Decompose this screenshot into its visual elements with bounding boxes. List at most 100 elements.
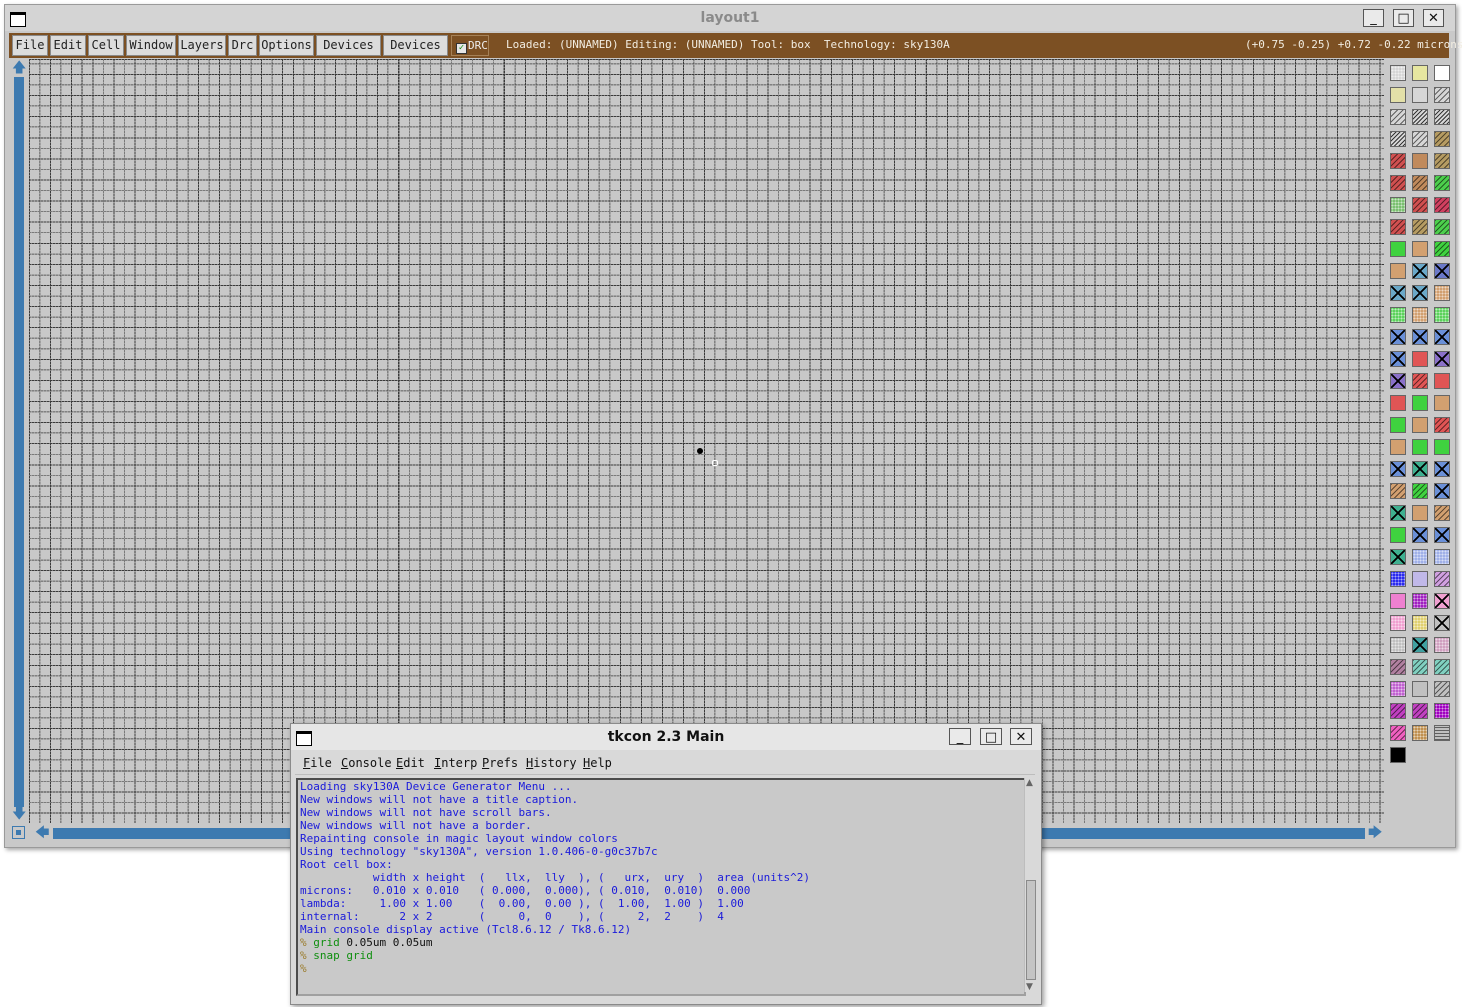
layer-swatch[interactable] (1412, 417, 1428, 433)
tkcon-minimize-button[interactable]: _ (949, 728, 971, 745)
layer-swatch[interactable] (1412, 483, 1428, 499)
layer-swatch[interactable] (1390, 637, 1406, 653)
layer-swatch[interactable] (1390, 87, 1406, 103)
layer-swatch[interactable] (1390, 329, 1406, 345)
layer-swatch[interactable] (1390, 285, 1406, 301)
scroll-down-arrow-icon[interactable]: 🡇 (12, 807, 26, 821)
tk-menu-help[interactable]: Help (583, 756, 612, 770)
layer-swatch[interactable] (1390, 307, 1406, 323)
layer-swatch[interactable] (1434, 659, 1450, 675)
layer-swatch[interactable] (1434, 87, 1450, 103)
layer-swatch[interactable] (1434, 263, 1450, 279)
layer-swatch[interactable] (1412, 351, 1428, 367)
layer-swatch[interactable] (1390, 175, 1406, 191)
layer-swatch[interactable] (1390, 417, 1406, 433)
tkcon-close-button[interactable]: ✕ (1010, 728, 1032, 745)
scroll-up-arrow-icon[interactable]: ▲ (1026, 778, 1033, 788)
layer-swatch[interactable] (1434, 571, 1450, 587)
layout-canvas[interactable] (29, 59, 1384, 823)
layer-swatch[interactable] (1390, 505, 1406, 521)
layer-swatch[interactable] (1412, 593, 1428, 609)
menu-devices-2[interactable]: Devices 2 (383, 35, 448, 71)
tk-menu-prefs[interactable]: Prefs (482, 756, 518, 770)
layer-swatch[interactable] (1434, 703, 1450, 719)
magic-titlebar[interactable]: layout1 _ □ ✕ (5, 5, 1455, 31)
console-scroll-thumb[interactable] (1026, 880, 1036, 980)
close-button[interactable]: ✕ (1423, 9, 1444, 27)
layer-swatch[interactable] (1412, 263, 1428, 279)
layer-swatch[interactable] (1434, 417, 1450, 433)
scroll-up-arrow-icon[interactable]: 🡅 (12, 61, 26, 75)
layer-swatch[interactable] (1412, 439, 1428, 455)
layer-swatch[interactable] (1434, 175, 1450, 191)
tkcon-maximize-button[interactable]: □ (980, 728, 1002, 745)
menu-window[interactable]: Window (126, 35, 176, 56)
layer-swatch[interactable] (1434, 439, 1450, 455)
layer-swatch[interactable] (1390, 131, 1406, 147)
layer-swatch[interactable] (1390, 153, 1406, 169)
layer-swatch[interactable] (1390, 703, 1406, 719)
layer-swatch[interactable] (1390, 571, 1406, 587)
layer-swatch[interactable] (1412, 329, 1428, 345)
scroll-down-arrow-icon[interactable]: ▼ (1026, 982, 1033, 992)
layer-swatch[interactable] (1412, 219, 1428, 235)
layer-swatch[interactable] (1412, 65, 1428, 81)
layer-swatch[interactable] (1434, 681, 1450, 697)
layer-swatch[interactable] (1434, 637, 1450, 653)
layer-swatch[interactable] (1390, 197, 1406, 213)
layer-swatch[interactable] (1434, 483, 1450, 499)
layer-swatch[interactable] (1412, 615, 1428, 631)
layer-swatch[interactable] (1434, 65, 1450, 81)
layer-swatch[interactable] (1434, 329, 1450, 345)
layer-swatch[interactable] (1434, 593, 1450, 609)
layer-swatch[interactable] (1412, 571, 1428, 587)
layer-swatch[interactable] (1412, 505, 1428, 521)
layer-swatch[interactable] (1390, 549, 1406, 565)
scroll-right-arrow-icon[interactable]: 🡆 (1368, 826, 1382, 840)
layer-swatch[interactable] (1412, 373, 1428, 389)
scroll-left-arrow-icon[interactable]: 🡄 (35, 826, 49, 840)
layer-swatch[interactable] (1390, 527, 1406, 543)
layer-swatch[interactable] (1390, 263, 1406, 279)
layer-swatch[interactable] (1390, 659, 1406, 675)
layer-swatch[interactable] (1390, 725, 1406, 741)
console-scrollbar[interactable]: ▲ ▼ (1024, 778, 1038, 992)
layer-swatch[interactable] (1412, 241, 1428, 257)
layer-swatch[interactable] (1434, 153, 1450, 169)
layer-swatch[interactable] (1412, 659, 1428, 675)
layer-swatch[interactable] (1434, 395, 1450, 411)
layer-swatch[interactable] (1390, 593, 1406, 609)
zoom-box-icon[interactable] (12, 826, 25, 839)
tk-menu-edit[interactable]: Edit (396, 756, 425, 770)
layer-swatch[interactable] (1390, 615, 1406, 631)
layer-swatch[interactable] (1412, 87, 1428, 103)
layer-swatch[interactable] (1412, 527, 1428, 543)
tk-menu-history[interactable]: History (526, 756, 577, 770)
layer-swatch[interactable] (1390, 483, 1406, 499)
menu-cell[interactable]: Cell (88, 35, 124, 56)
layer-swatch[interactable] (1434, 131, 1450, 147)
layer-swatch[interactable] (1434, 549, 1450, 565)
layer-swatch[interactable] (1434, 219, 1450, 235)
layer-swatch[interactable] (1434, 615, 1450, 631)
vertical-scroll-track[interactable] (14, 77, 24, 807)
menu-drc[interactable]: Drc (228, 35, 257, 56)
layer-swatch[interactable] (1412, 153, 1428, 169)
tkcon-titlebar[interactable]: tkcon 2.3 Main _ □ ✕ (291, 724, 1041, 750)
layer-swatch[interactable] (1390, 395, 1406, 411)
layer-swatch[interactable] (1412, 197, 1428, 213)
layer-swatch[interactable] (1434, 307, 1450, 323)
layer-swatch[interactable] (1434, 285, 1450, 301)
layer-swatch[interactable] (1390, 241, 1406, 257)
maximize-button[interactable]: □ (1393, 9, 1414, 27)
layer-swatch[interactable] (1412, 461, 1428, 477)
console-input-prompt[interactable]: % (298, 962, 1024, 975)
layer-swatch[interactable] (1390, 351, 1406, 367)
layer-swatch[interactable] (1412, 175, 1428, 191)
layer-swatch[interactable] (1412, 109, 1428, 125)
layer-swatch[interactable] (1412, 725, 1428, 741)
layer-swatch[interactable] (1390, 681, 1406, 697)
layer-swatch[interactable] (1412, 681, 1428, 697)
layer-swatch[interactable] (1434, 109, 1450, 125)
layer-swatch[interactable] (1390, 109, 1406, 125)
